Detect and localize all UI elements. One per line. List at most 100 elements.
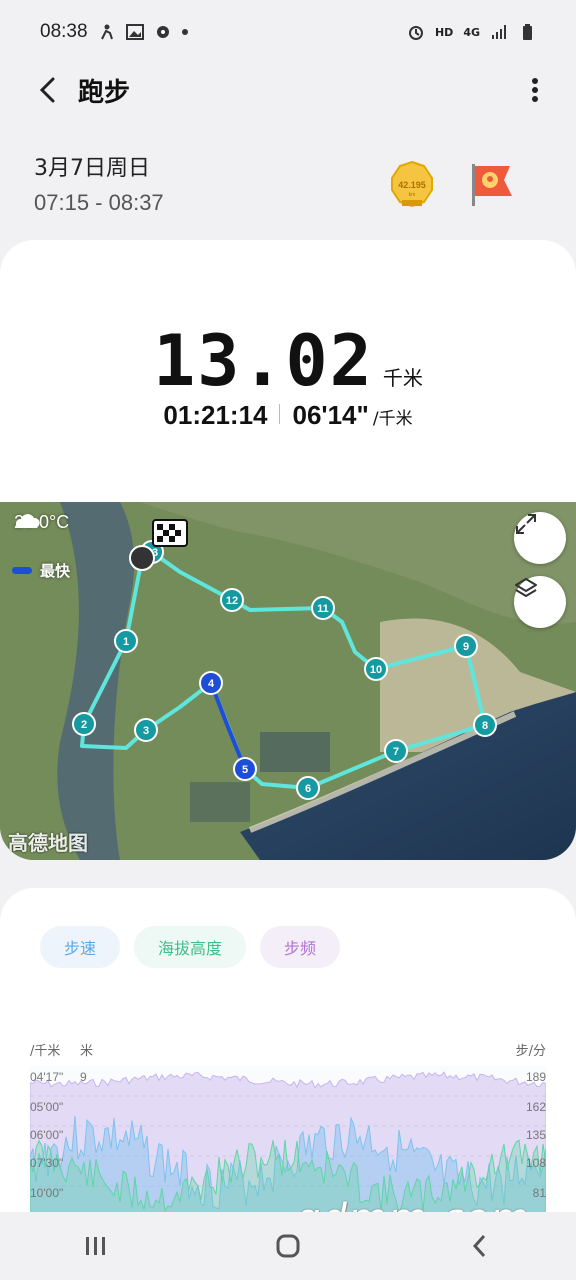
distance-value: 13.02 bbox=[153, 320, 374, 402]
weather-info: 20.0°C bbox=[14, 512, 69, 533]
km-marker-label: 4 bbox=[208, 678, 215, 690]
chart-card: 步速 海拔高度 步频 /千米 米 步/分 04'17" 9 05'00" 06'… bbox=[0, 888, 576, 1228]
battery-icon bbox=[523, 24, 532, 40]
alarm-icon bbox=[408, 26, 423, 40]
nav-back-button[interactable] bbox=[450, 1221, 510, 1271]
signal-icon bbox=[492, 25, 506, 39]
map-provider-logo: 高德地图 bbox=[8, 831, 88, 855]
tab-cadence[interactable]: 步频 bbox=[260, 926, 341, 968]
km-marker: 2 bbox=[72, 712, 96, 736]
app-header: 跑步 bbox=[0, 64, 576, 116]
medal-sub: km bbox=[409, 192, 416, 198]
fitness-icon bbox=[100, 24, 113, 40]
expand-icon bbox=[516, 514, 536, 534]
altitude-axis-unit: 米 bbox=[80, 1044, 94, 1059]
chevron-left-icon bbox=[39, 77, 55, 103]
back-button[interactable] bbox=[20, 64, 76, 116]
layers-icon bbox=[515, 578, 537, 597]
stats-row: 01:21:14 06'14" /千米 bbox=[0, 400, 576, 431]
pace-value: 06'14" bbox=[292, 400, 369, 430]
km-marker: 1 bbox=[114, 629, 138, 653]
pace-axis-unit: /千米 bbox=[30, 1044, 61, 1059]
more-options-button[interactable] bbox=[520, 70, 550, 110]
image-icon bbox=[125, 24, 144, 40]
km-marker: 4 bbox=[199, 671, 223, 695]
km-marker-label: 6 bbox=[305, 783, 311, 795]
medal-label: 42.195 bbox=[398, 180, 426, 190]
km-marker-label: 12 bbox=[226, 595, 238, 607]
cadence-tick-1: 189 bbox=[525, 1070, 546, 1084]
home-icon bbox=[276, 1234, 300, 1258]
marathon-medal-icon[interactable]: 42.195 km bbox=[388, 160, 436, 208]
session-info: 3月7日周日 07:15 - 08:37 bbox=[34, 150, 164, 216]
distance-row: 13.02 千米 bbox=[0, 320, 576, 402]
pace-tick-4: 07'30" bbox=[30, 1156, 64, 1170]
km-marker-label: 3 bbox=[143, 725, 149, 737]
map-layers-button[interactable] bbox=[514, 576, 566, 628]
finish-flag-icon bbox=[152, 519, 188, 547]
cadence-tick-5: 81 bbox=[532, 1186, 546, 1200]
status-bar: 08:38 HD 4G bbox=[0, 0, 576, 64]
tab-pace[interactable]: 步速 bbox=[40, 926, 121, 968]
chart-axis-units: /千米 米 步/分 bbox=[30, 1040, 546, 1059]
km-marker: 10 bbox=[364, 657, 388, 681]
route-flag-icon[interactable] bbox=[468, 160, 516, 208]
km-marker: 8 bbox=[473, 713, 497, 737]
activity-chart[interactable] bbox=[30, 1066, 546, 1216]
km-marker-label: 7 bbox=[393, 746, 399, 758]
km-marker-label: 1 bbox=[123, 636, 129, 648]
altitude-tick-1: 9 bbox=[80, 1070, 87, 1084]
pace-tick-1: 04'17" bbox=[30, 1070, 64, 1084]
back-icon bbox=[472, 1234, 486, 1258]
km-marker: 7 bbox=[384, 739, 408, 763]
expand-map-button[interactable] bbox=[514, 512, 566, 564]
session-time-range: 07:15 - 08:37 bbox=[34, 190, 164, 215]
cadence-axis-unit: 步/分 bbox=[515, 1044, 546, 1059]
stat-divider bbox=[279, 404, 281, 424]
rocket-icon bbox=[156, 26, 169, 38]
km-marker: 11 bbox=[311, 596, 335, 620]
hd-indicator: HD bbox=[434, 25, 454, 39]
pace-tick-5: 10'00" bbox=[30, 1186, 64, 1200]
fastest-legend: 最快 bbox=[12, 560, 70, 581]
fastest-label: 最快 bbox=[40, 562, 71, 580]
network-indicator: 4G bbox=[463, 25, 480, 39]
km-marker-label: 5 bbox=[242, 764, 248, 776]
map-ponds bbox=[260, 732, 330, 772]
cloud-icon bbox=[15, 514, 40, 528]
km-marker: 3 bbox=[134, 718, 158, 742]
cadence-tick-4: 108 bbox=[525, 1156, 546, 1170]
recent-apps-icon bbox=[86, 1237, 105, 1255]
system-nav-bar bbox=[0, 1212, 576, 1280]
more-vertical-icon bbox=[532, 78, 538, 102]
km-marker: 6 bbox=[296, 776, 320, 800]
map-ponds-2 bbox=[190, 782, 250, 822]
map-canvas: 12345678910111213 bbox=[0, 502, 576, 860]
status-time: 08:38 bbox=[40, 21, 88, 42]
km-marker-label: 8 bbox=[482, 720, 488, 732]
session-date: 3月7日周日 bbox=[34, 156, 150, 181]
home-button[interactable] bbox=[258, 1221, 318, 1271]
km-marker-label: 11 bbox=[317, 603, 329, 615]
pace-unit: /千米 bbox=[372, 409, 413, 429]
km-marker-label: 9 bbox=[463, 641, 469, 653]
pace-tick-2: 05'00" bbox=[30, 1100, 64, 1114]
cadence-tick-3: 135 bbox=[525, 1128, 546, 1142]
duration-value: 01:21:14 bbox=[163, 400, 268, 430]
distance-unit: 千米 bbox=[382, 366, 423, 390]
km-marker: 9 bbox=[454, 634, 478, 658]
km-marker-label: 10 bbox=[370, 664, 382, 676]
page-title: 跑步 bbox=[78, 77, 131, 108]
km-marker: 12 bbox=[220, 588, 244, 612]
km-marker-label: 2 bbox=[81, 719, 87, 731]
tab-altitude[interactable]: 海拔高度 bbox=[134, 926, 247, 968]
chart-tabs: 步速 海拔高度 步频 bbox=[40, 926, 341, 968]
dot-icon bbox=[181, 29, 188, 35]
summary-card: 13.02 千米 01:21:14 06'14" /千米 12 3 4 5 6 7 8 9 10… bbox=[0, 240, 576, 860]
start-point bbox=[129, 545, 155, 571]
pace-tick-3: 06'00" bbox=[30, 1128, 64, 1142]
route-map[interactable]: 12345678910111213 20.0°C 最快 高德地图 bbox=[0, 502, 576, 860]
cadence-tick-2: 162 bbox=[525, 1100, 546, 1114]
recent-apps-button[interactable] bbox=[66, 1221, 126, 1271]
km-marker: 5 bbox=[233, 757, 257, 781]
